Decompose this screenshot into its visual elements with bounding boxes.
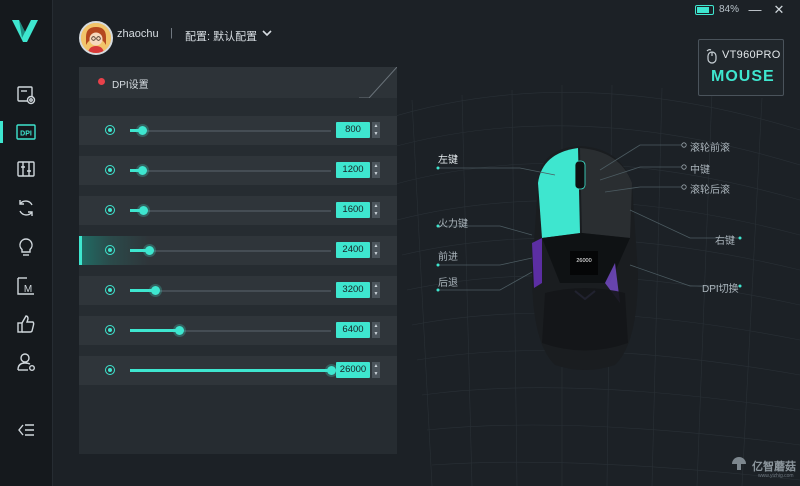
watermark-text: 亿智蘑菇	[752, 461, 796, 473]
label-dpi-switch: DPI切换	[702, 284, 739, 295]
watermark-logo-icon	[732, 457, 746, 470]
label-fire-button: 火力键	[438, 219, 468, 230]
label-left-button: 左键	[438, 155, 458, 166]
label-middle-button: 中键	[690, 165, 710, 176]
mouse-callout-lines	[436, 142, 742, 292]
label-right-button: 右键	[715, 236, 735, 247]
watermark-url: www.yizhig.com	[758, 473, 794, 479]
label-back: 后退	[438, 278, 458, 289]
label-forward: 前进	[438, 252, 458, 263]
label-scroll-back: 滚轮后滚	[690, 185, 730, 196]
label-scroll-forward: 滚轮前滚	[690, 143, 730, 154]
